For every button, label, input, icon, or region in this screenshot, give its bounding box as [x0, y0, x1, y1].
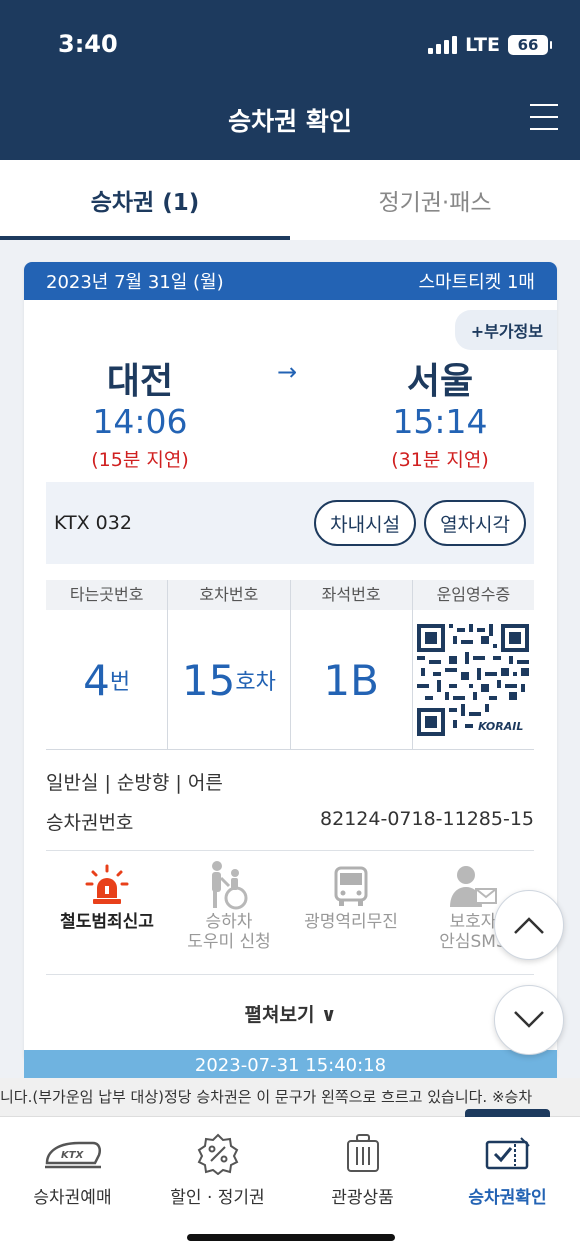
class-info: 일반실 | 순방향 | 어른 [46, 772, 223, 794]
platform-number: 4 [83, 655, 110, 705]
arrival-station: 서울 15:14 (31분 지연) [330, 352, 550, 472]
app-header: 3:40 LTE 66 승차권 확인 [0, 0, 580, 160]
qr-code-icon[interactable]: KORAIL [417, 624, 530, 736]
crime-report-button[interactable]: 철도범죄신고 [46, 860, 168, 970]
boarding-assist-label: 승하차 도우미 신청 [187, 912, 271, 952]
limousine-button[interactable]: 광명역리무진 [290, 860, 412, 970]
car-cell: 15 호차 [168, 610, 291, 750]
facilities-button[interactable]: 차내시설 [314, 500, 417, 546]
departure-name: 대전 [106, 361, 174, 402]
travel-date: 2023년 7월 31일 (월) [46, 272, 224, 293]
status-time: 3:40 [58, 30, 118, 58]
nav-discount-label: 할인 · 정기권 [170, 1188, 265, 1208]
nav-tour-label: 관광상품 [331, 1188, 394, 1208]
battery-icon: 66 [508, 35, 552, 55]
nav-ticket-check-label: 승차권확인 [468, 1188, 547, 1208]
divider [46, 974, 534, 975]
nav-ticket-check[interactable]: 승차권확인 [435, 1109, 580, 1256]
train-number: KTX 032 [54, 512, 132, 534]
scroll-up-button[interactable] [494, 890, 564, 960]
svg-text:KTX: KTX [61, 1150, 85, 1161]
ticket-tabs: 승차권 (1) 정기권·패스 [0, 160, 580, 240]
ktx-train-icon: KTX [43, 1133, 103, 1175]
divider [46, 850, 534, 851]
seat-cell: 1B [291, 610, 413, 750]
platform-header: 타는곳번호 [46, 580, 169, 610]
boarding-assist-button[interactable]: 승하차 도우미 신청 [168, 860, 290, 970]
route-info: 대전 14:06 (15분 지연) → 서울 15:14 (31분 지연) [24, 352, 557, 472]
platform-unit: 번 [109, 670, 131, 695]
nav-booking[interactable]: KTX 승차권예매 [0, 1117, 145, 1256]
korail-logo: KORAIL [474, 719, 528, 734]
ticket-number-label: 승차권번호 [46, 812, 134, 834]
seat-table-header: 타는곳번호 호차번호 좌석번호 운임영수증 [46, 580, 534, 610]
network-label: LTE [465, 34, 500, 56]
person-mail-icon [448, 860, 498, 912]
chevron-down-icon [514, 1011, 544, 1028]
extra-info-button[interactable]: +부가정보 [454, 310, 557, 350]
expand-button[interactable]: 펼쳐보기 ∨ [24, 1000, 557, 1027]
tab-tickets[interactable]: 승차권 (1) [0, 160, 290, 240]
arrival-name: 서울 [406, 361, 474, 402]
ticket-card-header: 2023년 7월 31일 (월) 스마트티켓 1매 [24, 262, 557, 300]
receipt-header: 운임영수증 [436, 585, 511, 604]
status-indicators: LTE 66 [428, 34, 552, 56]
departure-station: 대전 14:06 (15분 지연) [30, 352, 250, 472]
service-row: 철도범죄신고 승하차 도우미 신청 광명역리무진 보호자 안심SMS [46, 860, 534, 970]
live-timestamp: 2023-07-31 15:40:18 [194, 1055, 387, 1076]
arrival-time: 15:14 [392, 402, 488, 441]
car-header: 호차번호 [168, 580, 291, 610]
wheelchair-icon [205, 860, 253, 912]
car-unit: 호차 [235, 670, 276, 695]
arrow-right-icon: → [277, 358, 298, 386]
luggage-icon [345, 1133, 381, 1175]
scroll-down-button[interactable] [494, 985, 564, 1055]
crime-report-label: 철도범죄신고 [60, 912, 154, 932]
home-indicator [187, 1234, 395, 1241]
departure-time: 14:06 [92, 402, 188, 441]
seat-number: 1B [323, 655, 379, 705]
ticket-check-icon [485, 1133, 531, 1175]
ticket-number-row: 승차권번호 82124-0718-11285-15 [46, 808, 534, 835]
siren-icon [83, 860, 131, 912]
timestamp-bar: 2023-07-31 15:40:18 [24, 1050, 557, 1078]
receipt-cell[interactable]: KORAIL [413, 610, 534, 750]
seat-header: 좌석번호 [291, 580, 413, 610]
nav-booking-label: 승차권예매 [33, 1188, 112, 1208]
train-info-row: KTX 032 차내시설 열차시각 [46, 482, 534, 564]
arrival-delay: (31분 지연) [391, 449, 489, 471]
signal-icon [428, 36, 458, 54]
page-title: 승차권 확인 [228, 107, 352, 136]
car-number: 15 [181, 655, 236, 705]
menu-icon[interactable] [530, 104, 558, 130]
ticket-type: 스마트티켓 1매 [418, 272, 535, 293]
seat-table-body: 4번 15 호차 1B KORAIL [46, 610, 534, 750]
chevron-up-icon [514, 917, 544, 934]
bus-icon [333, 860, 369, 912]
ticket-number-value: 82124-0718-11285-15 [320, 808, 534, 830]
platform-cell: 4번 [46, 610, 169, 750]
departure-delay: (15분 지연) [91, 449, 189, 471]
schedule-button[interactable]: 열차시각 [424, 500, 526, 546]
limousine-label: 광명역리무진 [304, 912, 398, 932]
battery-level: 66 [517, 36, 539, 54]
discount-badge-icon [197, 1133, 239, 1175]
seat-table: 타는곳번호 호차번호 좌석번호 운임영수증 4번 15 호차 1B KORAIL [46, 580, 534, 750]
tab-passes[interactable]: 정기권·패스 [290, 160, 580, 240]
ticket-card: 2023년 7월 31일 (월) 스마트티켓 1매 +부가정보 대전 14:06… [24, 262, 557, 1062]
